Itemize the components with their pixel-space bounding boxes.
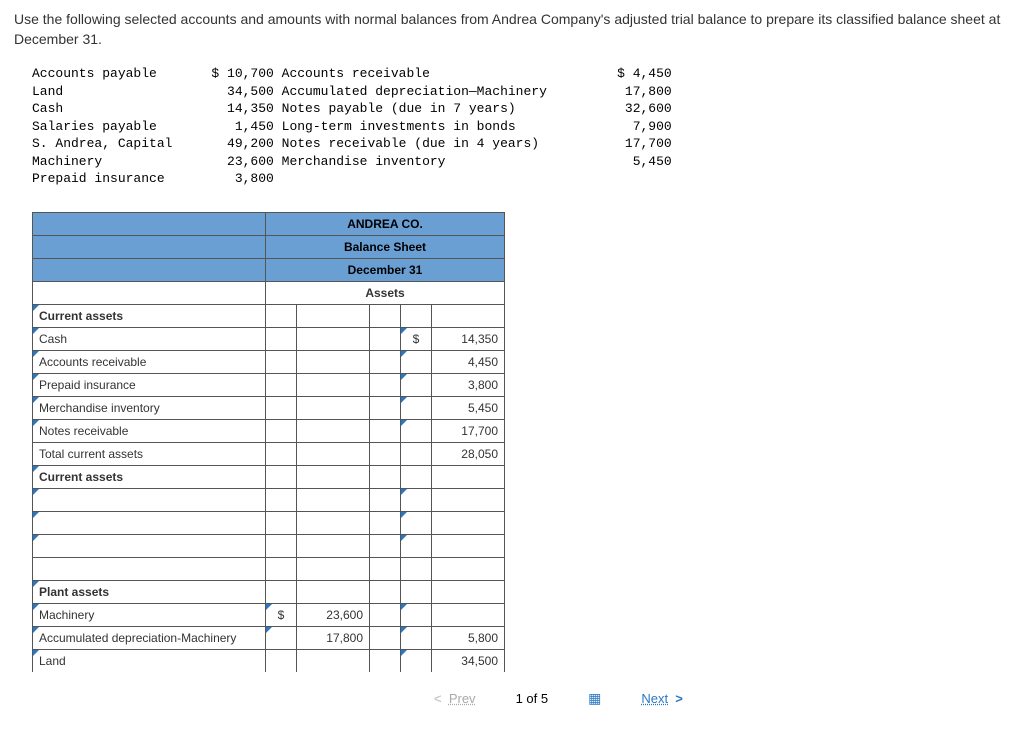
grid-icon[interactable]: ▦ xyxy=(588,690,601,707)
row-ar-label[interactable]: Accounts receivable xyxy=(33,351,266,374)
row-total-ca-val: 28,050 xyxy=(432,443,505,466)
row-inv-val[interactable]: 5,450 xyxy=(432,397,505,420)
trial-balance-block: Accounts payable $ 10,700 Accounts recei… xyxy=(32,65,1010,188)
row-prepaid-label[interactable]: Prepaid insurance xyxy=(33,374,266,397)
row-nr-label[interactable]: Notes receivable xyxy=(33,420,266,443)
row-machinery-cur[interactable]: $ xyxy=(266,604,297,627)
row-accdep-label[interactable]: Accumulated depreciation-Machinery xyxy=(33,627,266,650)
prev-button[interactable]: < Prev xyxy=(434,691,476,706)
section-plant-assets[interactable]: Plant assets xyxy=(33,581,266,604)
section-current-assets[interactable]: Current assets xyxy=(33,305,266,328)
row-cash-cur[interactable]: $ xyxy=(401,328,432,351)
row-accdep-val[interactable]: 5,800 xyxy=(432,627,505,650)
blank-row[interactable] xyxy=(33,512,266,535)
row-machinery-label[interactable]: Machinery xyxy=(33,604,266,627)
blank-row[interactable] xyxy=(33,535,266,558)
row-cash-label[interactable]: Cash xyxy=(33,328,266,351)
row-prepaid-val[interactable]: 3,800 xyxy=(432,374,505,397)
row-accdep-colb[interactable]: 17,800 xyxy=(297,627,370,650)
row-machinery-colb[interactable]: 23,600 xyxy=(297,604,370,627)
instruction-text: Use the following selected accounts and … xyxy=(14,10,1010,49)
row-ca2-label[interactable]: Current assets xyxy=(33,466,266,489)
assets-header: Assets xyxy=(266,282,505,305)
row-inv-label[interactable]: Merchandise inventory xyxy=(33,397,266,420)
sheet-date: December 31 xyxy=(266,259,505,282)
next-button[interactable]: Next > xyxy=(641,691,683,706)
row-nr-val[interactable]: 17,700 xyxy=(432,420,505,443)
row-ar-val[interactable]: 4,450 xyxy=(432,351,505,374)
row-total-ca-label: Total current assets xyxy=(33,443,266,466)
page-indicator: 1 of 5 xyxy=(516,691,549,706)
company-name: ANDREA CO. xyxy=(266,213,505,236)
blank-row[interactable] xyxy=(33,489,266,512)
sheet-title: Balance Sheet xyxy=(266,236,505,259)
row-land-label[interactable]: Land xyxy=(33,650,266,673)
blank-row[interactable] xyxy=(33,558,266,581)
balance-sheet-table: ANDREA CO. Balance Sheet December 31 Ass… xyxy=(32,212,505,672)
row-cash-val[interactable]: 14,350 xyxy=(432,328,505,351)
pager: < Prev 1 of 5 ▦ Next > xyxy=(14,690,1010,707)
row-land-val[interactable]: 34,500 xyxy=(432,650,505,673)
